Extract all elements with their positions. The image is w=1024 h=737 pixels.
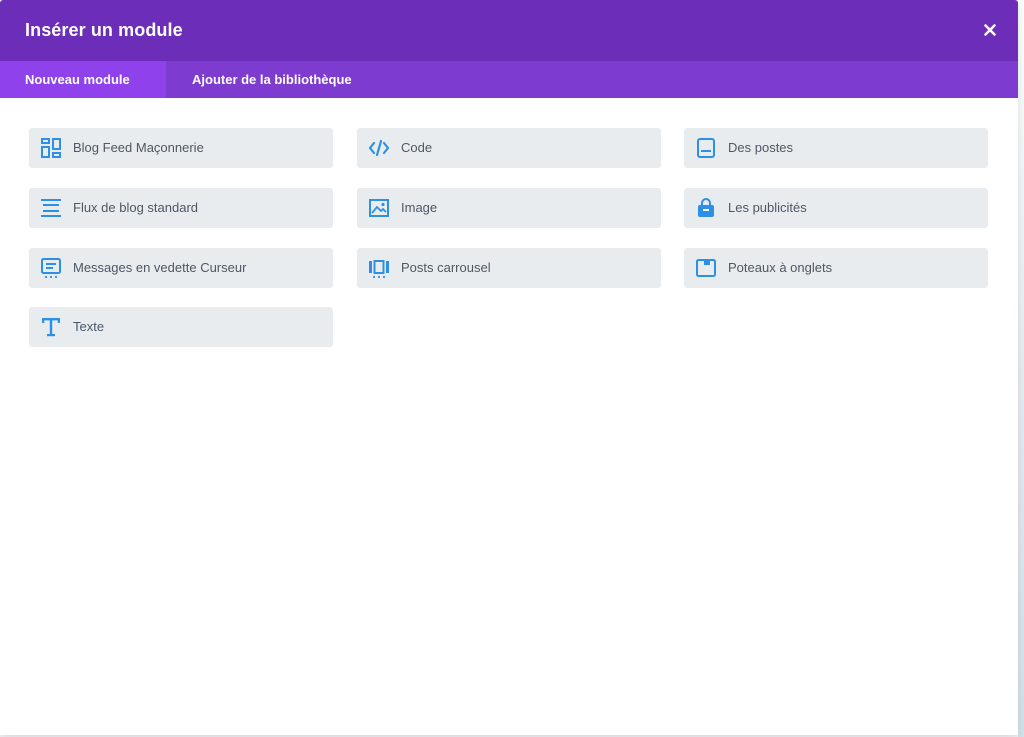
module-code[interactable]: Code — [357, 128, 661, 168]
module-label: Blog Feed Maçonnerie — [73, 140, 204, 155]
module-tabbed-posts[interactable]: Poteaux à onglets — [684, 248, 988, 288]
module-label: Texte — [73, 319, 105, 334]
module-blog-standard[interactable]: Flux de blog standard — [29, 188, 333, 228]
tab-new-module[interactable]: Nouveau module — [0, 61, 166, 98]
module-label: Poteaux à onglets — [728, 260, 833, 275]
featured-slider-icon — [41, 258, 61, 279]
background-strip — [1018, 0, 1024, 737]
close-icon — [984, 24, 996, 36]
text-icon — [42, 318, 60, 337]
dialog-header: Insérer un module — [0, 0, 1018, 61]
shopping-bag-icon — [698, 198, 714, 217]
module-label: Flux de blog standard — [73, 200, 199, 215]
insert-module-dialog: Insérer un module Nouveau module Ajouter… — [0, 0, 1018, 735]
module-label: Code — [401, 140, 433, 155]
module-ads[interactable]: Les publicités — [684, 188, 988, 228]
close-button[interactable] — [976, 16, 1004, 44]
module-label: Image — [401, 200, 438, 215]
module-featured-slider[interactable]: Messages en vedette Curseur — [29, 248, 333, 288]
module-label: Posts carrousel — [401, 260, 491, 275]
dialog-title: Insérer un module — [25, 20, 183, 40]
module-label: Messages en vedette Curseur — [73, 260, 247, 275]
carousel-icon — [369, 260, 389, 279]
module-grid: Blog Feed Maçonnerie Code Des postes Flu… — [0, 98, 1018, 735]
posts-icon — [697, 138, 715, 158]
image-icon — [369, 199, 389, 217]
module-text[interactable]: Texte — [29, 307, 333, 347]
code-icon — [368, 139, 390, 157]
masonry-grid-icon — [41, 138, 61, 158]
module-posts-carousel[interactable]: Posts carrousel — [357, 248, 661, 288]
module-image[interactable]: Image — [357, 188, 661, 228]
blog-standard-icon — [41, 199, 61, 217]
tab-add-from-library[interactable]: Ajouter de la bibliothèque — [166, 61, 352, 98]
module-blog-feed-masonry[interactable]: Blog Feed Maçonnerie — [29, 128, 333, 168]
tab-bar: Nouveau module Ajouter de la bibliothèqu… — [0, 61, 1018, 98]
module-label: Les publicités — [728, 200, 807, 215]
tabbed-posts-icon — [696, 259, 716, 277]
module-label: Des postes — [728, 140, 794, 155]
module-posts[interactable]: Des postes — [684, 128, 988, 168]
